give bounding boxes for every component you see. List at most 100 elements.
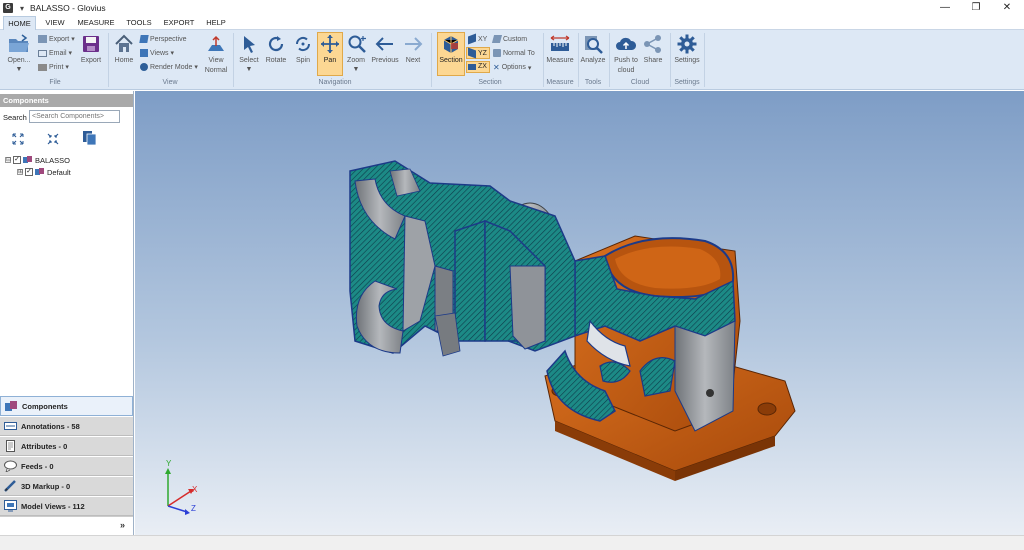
open-button[interactable]: Open... xyxy=(6,57,32,64)
previous-button[interactable]: Previous xyxy=(369,57,401,64)
measure-ruler-icon[interactable] xyxy=(549,35,571,53)
previous-arrow-icon[interactable] xyxy=(375,36,395,52)
view-normal-icon[interactable] xyxy=(206,34,226,54)
spin-button[interactable]: Spin xyxy=(290,57,316,64)
render-mode-button[interactable]: Render Mode ▾ xyxy=(140,63,198,71)
axis-y-label: Y xyxy=(166,459,172,468)
nav-components-button[interactable]: Components xyxy=(0,396,133,416)
section-xy-button[interactable]: XY xyxy=(468,33,487,45)
pan-button[interactable]: Pan xyxy=(317,57,343,64)
normal-to-button[interactable]: Normal To xyxy=(493,49,535,57)
assembly-icon xyxy=(23,156,32,163)
rotate-icon[interactable] xyxy=(266,34,286,54)
next-arrow-icon[interactable] xyxy=(403,36,423,52)
rotate-button[interactable]: Rotate xyxy=(263,57,289,64)
zoom-button[interactable]: Zoom xyxy=(343,57,369,64)
nav-annotations-button[interactable]: Annotations - 58 xyxy=(0,416,133,436)
tab-measure[interactable]: MEASURE xyxy=(74,16,118,30)
app-logo-icon: G xyxy=(3,3,13,13)
axis-x-label: X xyxy=(192,485,198,494)
tab-view[interactable]: VIEW xyxy=(40,16,70,30)
more-nav-button[interactable]: » xyxy=(0,516,133,534)
email-button[interactable]: Email ▾ xyxy=(38,49,72,57)
group-label-section: Section xyxy=(478,79,502,86)
tree-row-balasso[interactable]: ⊟ ✓ BALASSO xyxy=(5,154,71,166)
settings-gear-icon[interactable] xyxy=(677,34,697,54)
tree-label: BALASSO xyxy=(35,155,71,165)
views-button[interactable]: Views ▾ xyxy=(140,49,174,57)
zoom-icon[interactable] xyxy=(347,34,367,54)
visibility-checkbox[interactable]: ✓ xyxy=(13,156,21,164)
options-label: Options xyxy=(501,64,526,71)
tab-home[interactable]: HOME xyxy=(3,16,36,30)
export-menu-button[interactable]: Export ▾ xyxy=(38,35,75,43)
quick-access-dropdown-icon[interactable]: ▾ xyxy=(20,4,24,13)
minimize-button[interactable]: — xyxy=(930,0,960,16)
restore-button[interactable]: ❐ xyxy=(961,0,991,16)
ribbon: Open... ▼ Export ▾ Email ▾ Print ▾ Export F… xyxy=(0,30,1024,90)
home-button[interactable]: Home xyxy=(111,57,137,64)
nav-model-views-button[interactable]: Model Views - 112 xyxy=(0,496,133,516)
section-options-button[interactable]: ✕ Options ▾ xyxy=(493,63,531,72)
expand-node-icon[interactable]: ⊞ xyxy=(17,169,23,175)
nav-3d-markup-button[interactable]: 3D Markup - 0 xyxy=(0,476,133,496)
tab-export[interactable]: EXPORT xyxy=(160,16,198,30)
visibility-checkbox[interactable]: ✓ xyxy=(25,168,33,176)
zx-label: ZX xyxy=(478,63,487,70)
spin-icon[interactable] xyxy=(293,34,313,54)
nav-attributes-button[interactable]: Attributes - 0 xyxy=(0,436,133,456)
select-button[interactable]: Select xyxy=(236,57,262,64)
print-button[interactable]: Print ▾ xyxy=(38,63,69,71)
export-button[interactable]: Export xyxy=(78,57,104,64)
tab-tools[interactable]: TOOLS xyxy=(122,16,156,30)
double-chevron-icon: » xyxy=(119,520,125,530)
print-icon xyxy=(38,63,47,71)
tab-help[interactable]: HELP xyxy=(202,16,230,30)
push-to-cloud-line1[interactable]: Push to xyxy=(612,57,640,64)
components-icon xyxy=(5,401,17,411)
collapse-all-icon[interactable] xyxy=(47,133,59,145)
zoom-dropdown-icon[interactable]: ▼ xyxy=(350,66,362,73)
copy-icon[interactable] xyxy=(82,130,98,146)
open-dropdown-icon[interactable]: ▼ xyxy=(12,66,26,73)
share-icon[interactable] xyxy=(643,34,663,54)
push-to-cloud-line2[interactable]: cloud xyxy=(612,67,640,74)
custom-section-button[interactable]: Custom xyxy=(491,35,527,43)
perspective-button[interactable]: Perspective xyxy=(139,35,187,43)
ribbon-separator xyxy=(233,33,234,87)
ribbon-separator xyxy=(578,33,579,87)
export-menu-label: Export xyxy=(49,35,70,43)
3d-viewport[interactable]: Y X Z xyxy=(135,91,1024,535)
tree-row-default[interactable]: ⊞ ✓ Default xyxy=(17,166,71,178)
save-export-icon[interactable] xyxy=(82,35,100,53)
home-icon[interactable] xyxy=(114,34,134,54)
nav-feeds-button[interactable]: Feeds - 0 xyxy=(0,456,133,476)
section-button[interactable]: Section xyxy=(437,57,465,64)
panel-header: Components xyxy=(0,94,133,107)
measure-button[interactable]: Measure xyxy=(545,57,575,64)
section-zx-button[interactable]: ZX xyxy=(468,63,487,70)
select-cursor-icon[interactable] xyxy=(241,34,257,54)
axis-triad: Y X Z xyxy=(165,459,198,515)
section-cube-icon[interactable] xyxy=(441,34,461,54)
share-button[interactable]: Share xyxy=(640,57,666,64)
close-button[interactable]: ✕ xyxy=(992,0,1022,16)
expand-all-icon[interactable] xyxy=(12,133,24,145)
perspective-label: Perspective xyxy=(150,35,187,43)
collapse-node-icon[interactable]: ⊟ xyxy=(5,157,11,163)
model-render: Y X Z xyxy=(165,160,796,515)
window-title: BALASSO - Glovius xyxy=(30,3,106,13)
section-yz-button[interactable]: YZ xyxy=(468,47,487,59)
group-label-settings: Settings xyxy=(674,79,700,86)
search-components-input[interactable] xyxy=(29,110,120,123)
cloud-upload-icon[interactable] xyxy=(615,35,637,53)
view-normal-line1[interactable]: View xyxy=(203,57,229,64)
open-folder-icon[interactable] xyxy=(8,34,30,54)
view-normal-line2[interactable]: Normal xyxy=(203,67,229,74)
select-dropdown-icon[interactable]: ▼ xyxy=(243,66,255,73)
settings-button[interactable]: Settings xyxy=(673,57,701,64)
pan-arrows-icon[interactable] xyxy=(320,34,340,54)
next-button[interactable]: Next xyxy=(400,57,426,64)
analyze-button[interactable]: Analyze xyxy=(580,57,606,64)
analyze-icon[interactable] xyxy=(583,34,603,54)
